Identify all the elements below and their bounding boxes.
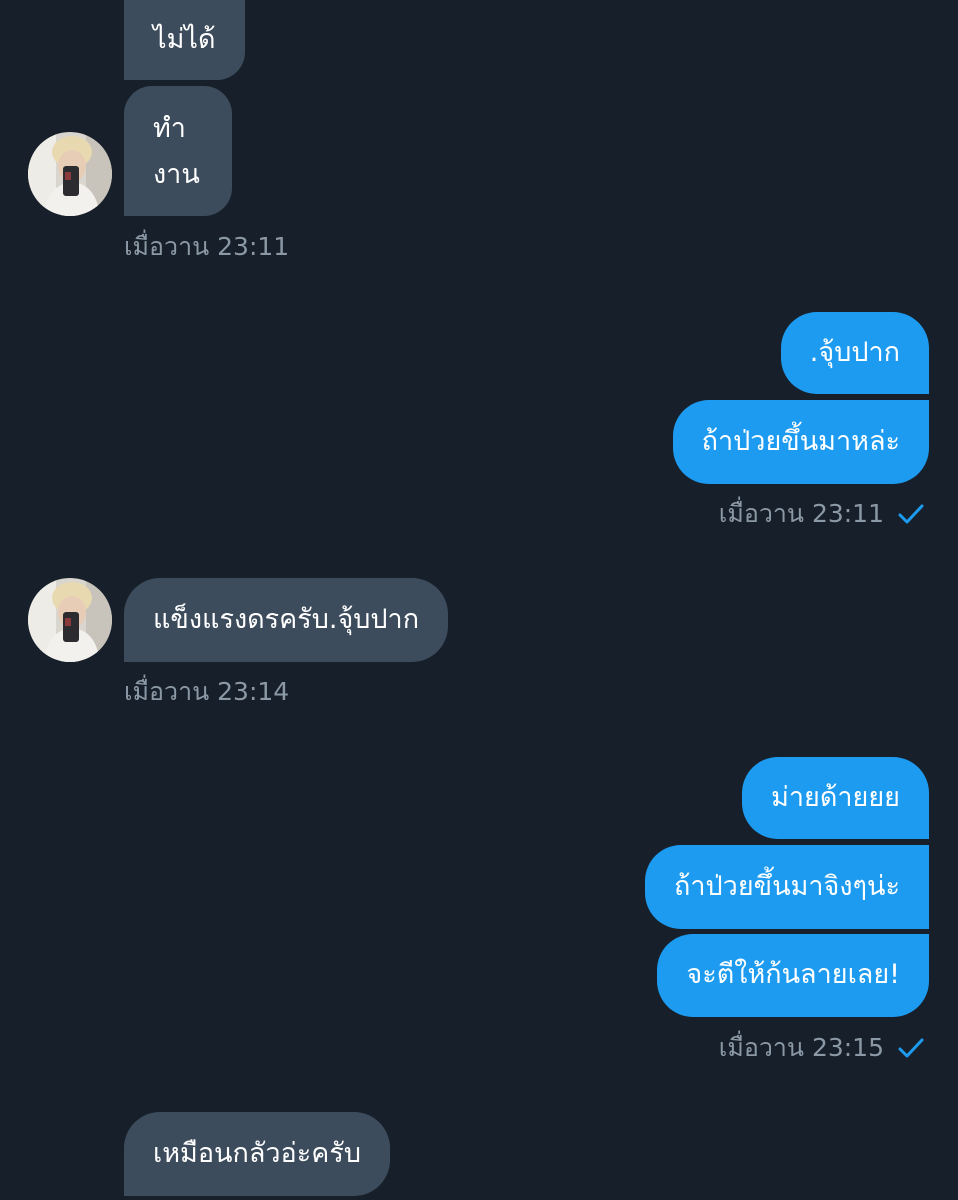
message-timestamp: เมื่อวาน 23:11: [124, 232, 290, 261]
avatar-image: [28, 132, 112, 216]
message-timestamp: เมื่อวาน 23:11: [718, 499, 884, 528]
avatar[interactable]: [28, 132, 112, 216]
message-text: แข็งแรงดรครับ.จุ้บปาก: [153, 604, 420, 635]
sent-message[interactable]: ม่ายด้ายยย: [742, 757, 929, 839]
check-icon: [898, 504, 924, 524]
message-timestamp-row: เมื่อวาน 23:15: [719, 1032, 924, 1064]
sent-message[interactable]: ถ้าป่วยขึ้นมาจิงๆน่ะ: [645, 845, 929, 929]
message-text: ถ้าป่วยขึ้นมาหล่ะ: [701, 426, 900, 457]
message-text: ถ้าป่วยขึ้นมาจิงๆน่ะ: [674, 871, 900, 902]
message-text: จะตีให้ก้นลายเลย!: [686, 959, 900, 990]
received-message[interactable]: แข็งแรงดรครับ.จุ้บปาก: [124, 578, 449, 662]
message-timestamp-row: เมื่อวาน 23:11: [719, 498, 924, 530]
received-message[interactable]: เหมือนกลัวอ่ะครับ: [124, 1112, 390, 1196]
sent-message[interactable]: จะตีให้ก้นลายเลย!: [657, 934, 929, 1017]
message-timestamp: เมื่อวาน 23:14: [124, 677, 290, 706]
avatar[interactable]: [28, 578, 112, 662]
message-text: ม่ายด้ายยย: [771, 782, 900, 813]
message-text: ทำ: [153, 113, 186, 144]
message-timestamp: เมื่อวาน 23:15: [718, 1033, 884, 1062]
message-text: .จุ้บปาก: [809, 337, 900, 368]
avatar-image: [28, 578, 112, 662]
received-message[interactable]: ไม่ได้: [124, 0, 245, 80]
sent-message[interactable]: ถ้าป่วยขึ้นมาหล่ะ: [672, 400, 929, 484]
message-text: ไม่ได้: [153, 24, 216, 55]
message-text: เหมือนกลัวอ่ะครับ: [153, 1138, 361, 1169]
check-icon: [898, 1038, 924, 1058]
received-message[interactable]: ทำ งาน: [124, 86, 232, 216]
message-text: งาน: [153, 159, 200, 190]
sent-message[interactable]: .จุ้บปาก: [780, 312, 929, 394]
